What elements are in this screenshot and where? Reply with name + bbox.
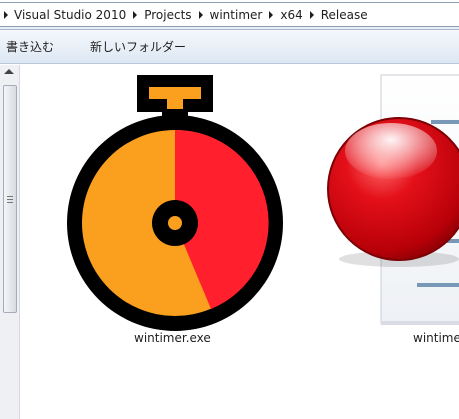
document-red-ball-icon[interactable] (319, 73, 459, 327)
scrollbar-grip (7, 196, 13, 197)
breadcrumb-item-x64[interactable]: x64 (280, 8, 302, 22)
burn-button[interactable]: 書き込む (0, 38, 60, 55)
vertical-scrollbar[interactable] (0, 65, 20, 419)
breadcrumb-chevron-icon[interactable] (269, 10, 274, 19)
breadcrumb-chevron-icon[interactable] (133, 10, 138, 19)
breadcrumb-item-visual-studio[interactable]: Visual Studio 2010 (14, 8, 126, 22)
breadcrumb-item-release[interactable]: Release (321, 8, 368, 22)
command-bar: 書き込む 新しいフォルダー (0, 30, 459, 64)
breadcrumb-chevron-icon[interactable] (198, 10, 203, 19)
scroll-up-arrow-icon[interactable] (4, 69, 14, 74)
breadcrumb-item-projects[interactable]: Projects (144, 8, 191, 22)
breadcrumb-item-wintimer[interactable]: wintimer (210, 8, 263, 22)
scrollbar-grip (7, 202, 13, 203)
file-name-label[interactable]: wintimer.exe (134, 331, 211, 345)
file-name-label[interactable]: wintime (413, 331, 459, 345)
stopwatch-icon[interactable] (65, 73, 285, 335)
breadcrumb[interactable]: Visual Studio 2010 Projects wintimer x64… (0, 2, 459, 27)
new-folder-button[interactable]: 新しいフォルダー (84, 38, 192, 55)
breadcrumb-chevron-icon[interactable] (309, 10, 314, 19)
scrollbar-grip (7, 199, 13, 200)
address-bar: Visual Studio 2010 Projects wintimer x64… (0, 0, 459, 30)
scrollbar-thumb[interactable] (3, 85, 17, 313)
file-list-pane: wintimer.exe wintime (21, 65, 459, 419)
breadcrumb-chevron-icon[interactable] (4, 10, 8, 19)
